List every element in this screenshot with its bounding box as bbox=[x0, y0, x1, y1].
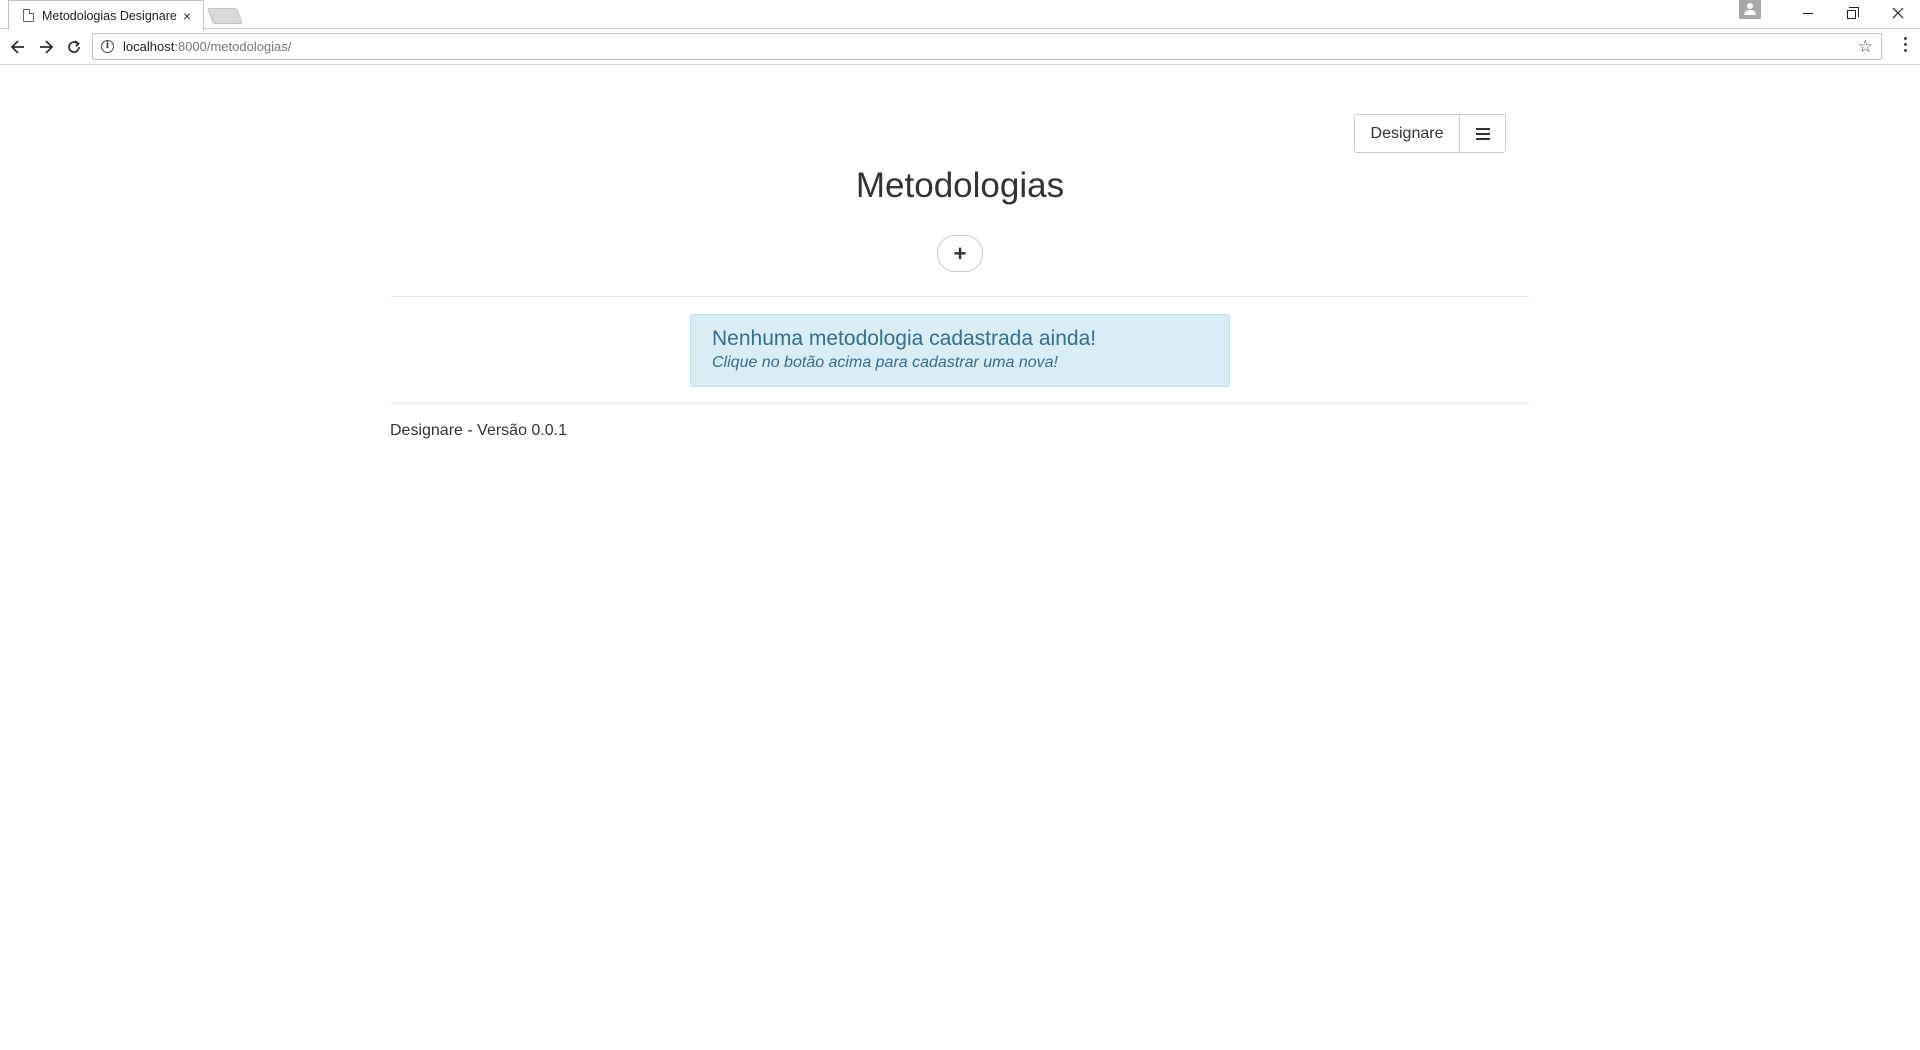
new-tab-button[interactable] bbox=[207, 8, 243, 24]
top-nav: Designare bbox=[1354, 114, 1506, 153]
browser-toolbar: i localhost:8000/metodologias/ ☆ bbox=[0, 29, 1920, 65]
close-window-button[interactable] bbox=[1875, 0, 1920, 26]
forward-button[interactable] bbox=[34, 35, 58, 59]
divider bbox=[390, 403, 1530, 404]
info-icon[interactable]: i bbox=[101, 40, 114, 53]
alert-title: Nenhuma metodologia cadastrada ainda! bbox=[712, 327, 1097, 350]
tab-title: Metodologias Designare bbox=[42, 8, 177, 23]
hamburger-icon bbox=[1475, 127, 1490, 140]
add-methodology-button[interactable]: + bbox=[937, 235, 983, 272]
page-icon bbox=[23, 9, 34, 22]
footer-text: Designare - Versão 0.0.1 bbox=[390, 422, 567, 439]
close-icon bbox=[1892, 7, 1903, 19]
brand-button[interactable]: Designare bbox=[1354, 114, 1460, 153]
tab-close-icon[interactable]: × bbox=[179, 8, 195, 24]
divider bbox=[390, 296, 1530, 297]
arrow-right-icon bbox=[40, 40, 54, 54]
menu-button[interactable] bbox=[1459, 114, 1506, 153]
url-host: localhost bbox=[123, 39, 175, 54]
url-path: :8000/metodologias/ bbox=[174, 39, 292, 54]
browser-titlebar: Metodologias Designare × bbox=[0, 0, 1920, 30]
browser-menu-icon[interactable] bbox=[1904, 37, 1908, 52]
bookmark-star-icon[interactable]: ☆ bbox=[1858, 37, 1873, 57]
page-body: Designare Metodologias + Nenhuma metodol… bbox=[0, 66, 1920, 1050]
reload-icon bbox=[68, 40, 80, 53]
empty-state-alert: Nenhuma metodologia cadastrada ainda! Cl… bbox=[690, 314, 1230, 387]
restore-icon bbox=[1847, 6, 1859, 19]
reload-button[interactable] bbox=[62, 35, 86, 59]
window-controls bbox=[1739, 0, 1920, 26]
restore-button[interactable] bbox=[1830, 0, 1875, 26]
arrow-left-icon bbox=[10, 40, 24, 54]
address-bar[interactable]: i localhost:8000/metodologias/ ☆ bbox=[92, 33, 1882, 60]
profile-icon[interactable] bbox=[1739, 0, 1761, 19]
back-button[interactable] bbox=[6, 35, 30, 59]
browser-tab[interactable]: Metodologias Designare × bbox=[8, 0, 204, 30]
page-title: Metodologias bbox=[855, 166, 1065, 205]
minimize-icon bbox=[1802, 12, 1813, 14]
alert-subtitle: Clique no botão acima para cadastrar uma… bbox=[712, 354, 1058, 371]
minimize-button[interactable] bbox=[1785, 0, 1830, 26]
